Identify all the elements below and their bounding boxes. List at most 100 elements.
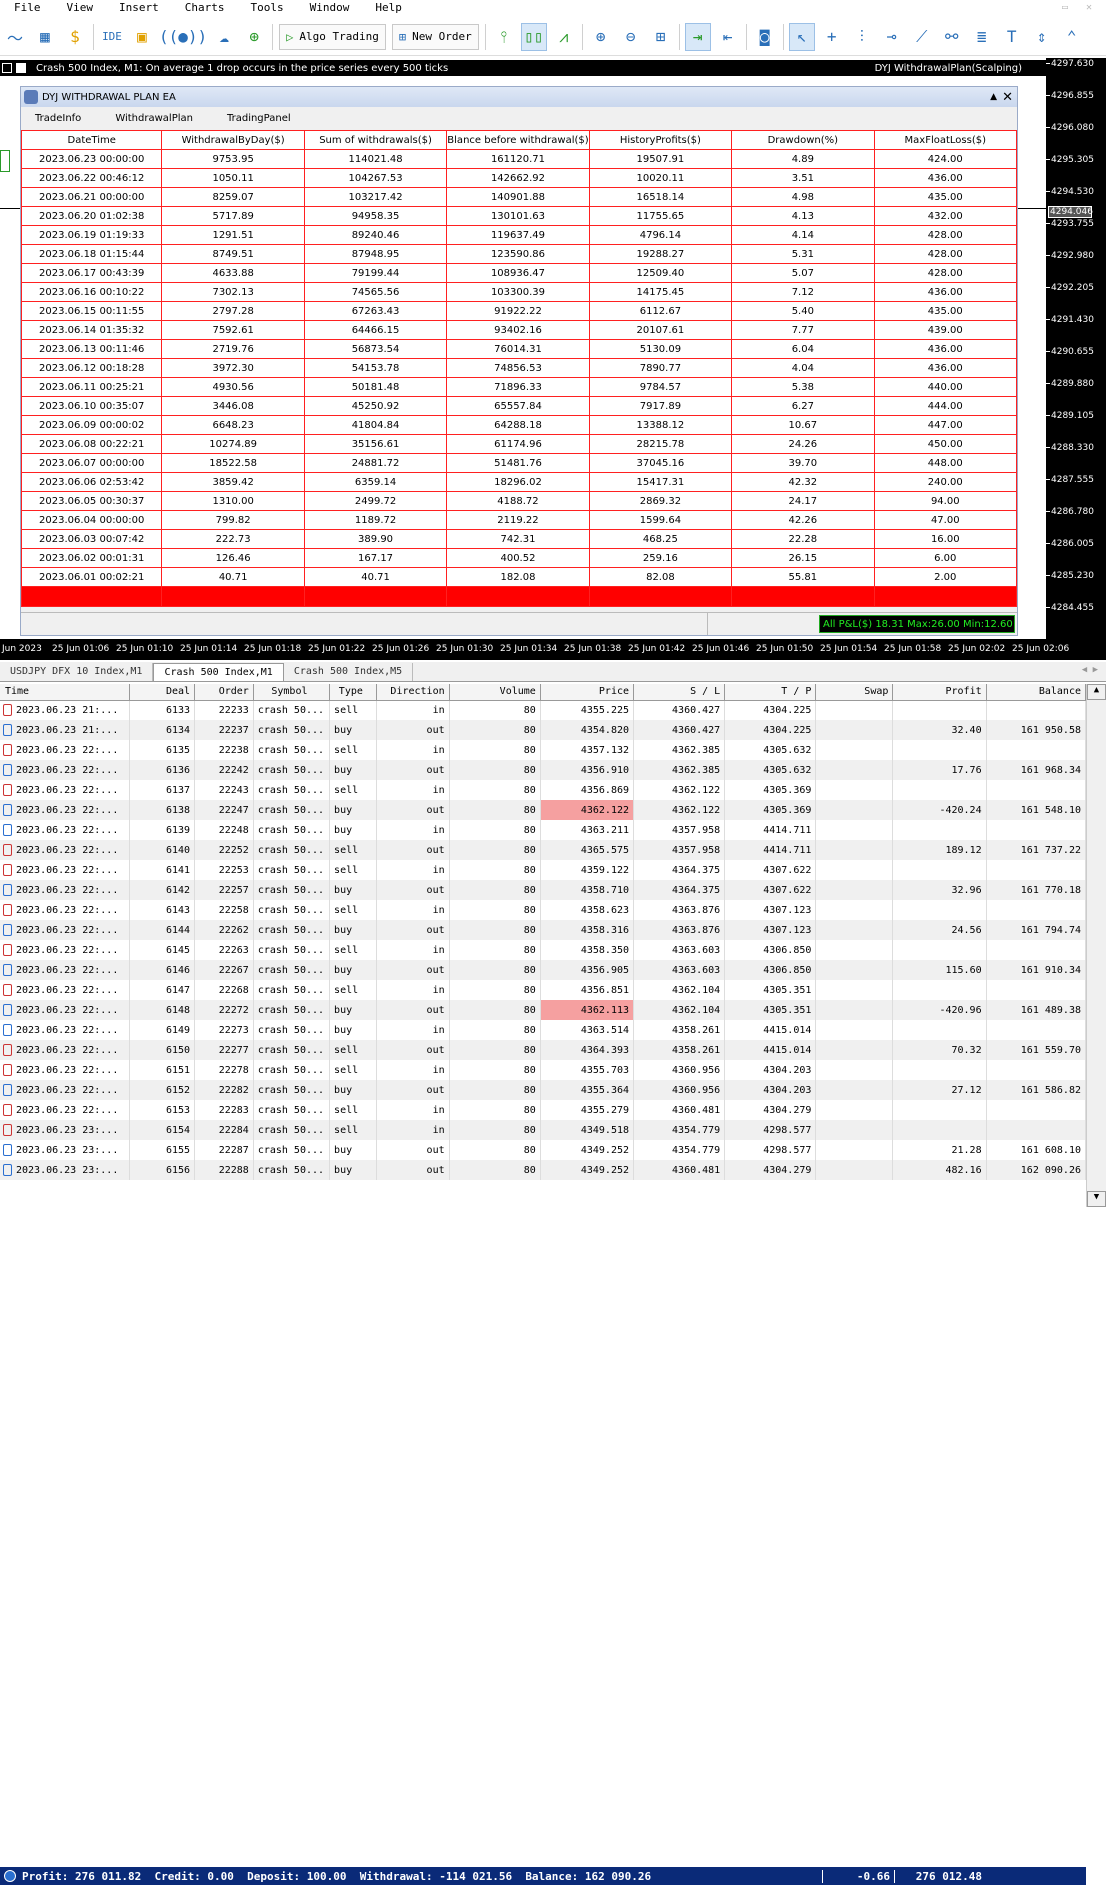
history-header-10[interactable]: Swap <box>815 684 894 701</box>
history-cell: sell <box>329 840 377 860</box>
withdrawal-cell <box>446 586 590 607</box>
objects-icon[interactable]: ⚯ <box>939 23 965 51</box>
chart-shift-icon[interactable]: ⇤ <box>715 23 741 51</box>
market-icon[interactable]: ▣ <box>129 23 155 51</box>
history-header-12[interactable]: Balance <box>986 684 1087 701</box>
line-chart-icon[interactable]: ⩘ <box>551 23 577 51</box>
history-row[interactable]: 2023.06.23 23:... 6154 22284 crash 50... sel… <box>0 1120 1087 1140</box>
shapes-icon[interactable]: ⇕ <box>1029 23 1055 51</box>
chart-tab[interactable]: USDJPY DFX 10 Index,M1 <box>0 663 154 681</box>
auto-scroll-icon[interactable]: ⇥ <box>684 22 711 51</box>
history-row[interactable]: 2023.06.23 22:... 6153 22283 crash 50... sel… <box>0 1100 1087 1120</box>
algo-trading-button[interactable]: ▷ Algo Trading <box>279 23 386 50</box>
minimize-icon[interactable]: ▲ <box>990 92 997 102</box>
history-cell <box>986 1060 1087 1080</box>
history-header-3[interactable]: Symbol <box>253 684 331 701</box>
crosshair-icon[interactable]: + <box>819 23 845 51</box>
history-header-9[interactable]: T / P <box>724 684 817 701</box>
history-row[interactable]: 2023.06.23 22:... 6141 22253 crash 50... sel… <box>0 860 1087 880</box>
history-row[interactable]: 2023.06.23 22:... 6140 22252 crash 50... sel… <box>0 840 1087 860</box>
price-axis[interactable]: 4297.630 4296.855 4296.080 4295.305 4294.530… <box>1046 58 1106 640</box>
history-cell: 22243 <box>194 780 254 800</box>
deal-icon <box>3 1084 12 1096</box>
history-header-0[interactable]: Time <box>0 684 131 701</box>
history-row[interactable]: 2023.06.23 22:... 6135 22238 crash 50... sel… <box>0 740 1087 760</box>
history-header-4[interactable]: Type <box>329 684 377 701</box>
signal-icon[interactable]: ((●)) <box>159 23 207 51</box>
text-icon[interactable]: T <box>999 23 1025 51</box>
history-row[interactable]: 2023.06.23 22:... 6148 22272 crash 50... buy… <box>0 1000 1087 1020</box>
indicator-icon[interactable]: 〜 <box>2 23 28 51</box>
history-header-6[interactable]: Volume <box>449 684 541 701</box>
history-row[interactable]: 2023.06.23 22:... 6149 22273 crash 50... buy… <box>0 1020 1087 1040</box>
cloud-icon[interactable]: ☁ <box>211 23 237 51</box>
history-header-7[interactable]: Price <box>540 684 635 701</box>
tab-tradingpanel[interactable]: TradingPanel <box>227 113 291 124</box>
history-row[interactable]: 2023.06.23 22:... 6145 22263 crash 50... sel… <box>0 940 1087 960</box>
time-axis[interactable]: Jun 2023 25 Jun 01:06 25 Jun 01:10 25 Jun 0… <box>0 640 1106 660</box>
history-row[interactable]: 2023.06.23 22:... 6152 22282 crash 50... buy… <box>0 1080 1087 1100</box>
history-header-5[interactable]: Direction <box>376 684 450 701</box>
history-cell <box>815 840 894 860</box>
history-header-11[interactable]: Profit <box>892 684 987 701</box>
close-icon[interactable]: ✕ <box>1002 90 1013 105</box>
new-order-label: New Order <box>412 30 472 43</box>
tab-scroll-icon[interactable]: ◀ ▶ <box>1082 665 1098 675</box>
history-row[interactable]: 2023.06.23 22:... 6142 22257 crash 50... buy… <box>0 880 1087 900</box>
history-cell: buy <box>329 760 377 780</box>
history-row[interactable]: 2023.06.23 22:... 6151 22278 crash 50... sel… <box>0 1060 1087 1080</box>
history-header-1[interactable]: Deal <box>129 684 196 701</box>
menu-insert[interactable]: Insert <box>105 0 171 16</box>
ide-button[interactable]: IDE <box>99 23 125 51</box>
cursor-icon[interactable]: ↖ <box>788 22 815 51</box>
vertical-line-icon[interactable]: ⫶ <box>849 23 875 51</box>
candlestick-icon[interactable]: ▯▯ <box>520 22 547 51</box>
withdrawal-row: 2023.06.08 00:22:21 10274.89 35156.61 61174… <box>20 434 1018 454</box>
history-row[interactable]: 2023.06.23 22:... 6138 22247 crash 50... buy… <box>0 800 1087 820</box>
menu-help[interactable]: Help <box>361 0 414 16</box>
trendline-icon[interactable]: ⟋ <box>909 23 935 51</box>
menu-charts[interactable]: Charts <box>171 0 237 16</box>
history-row[interactable]: 2023.06.23 22:... 6136 22242 crash 50... buy… <box>0 760 1087 780</box>
chart-tab[interactable]: Crash 500 Index,M1 <box>153 663 284 681</box>
history-row[interactable]: 2023.06.23 23:... 6155 22287 crash 50... buy… <box>0 1140 1087 1160</box>
history-row[interactable]: 2023.06.23 22:... 6143 22258 crash 50... sel… <box>0 900 1087 920</box>
time-tick: 25 Jun 01:18 <box>244 644 302 654</box>
screenshot-icon[interactable]: ◙ <box>752 23 778 51</box>
vps-icon[interactable]: ⊕ <box>241 23 267 51</box>
menu-view[interactable]: View <box>53 0 106 16</box>
scroll-up-icon[interactable]: ▲ <box>1087 684 1106 700</box>
history-row[interactable]: 2023.06.23 22:... 6146 22267 crash 50... buy… <box>0 960 1087 980</box>
bar-chart-icon[interactable]: ⫯ <box>491 23 517 51</box>
channel-icon[interactable]: ≣ <box>969 23 995 51</box>
more-icon[interactable]: ⌃ <box>1059 23 1085 51</box>
ea-panel-titlebar[interactable]: DYJ WITHDRAWAL PLAN EA ▲ ✕ <box>21 87 1017 107</box>
horizontal-line-icon[interactable]: ⊸ <box>879 23 905 51</box>
tab-tradeinfo[interactable]: TradeInfo <box>35 113 81 124</box>
menu-file[interactable]: File <box>0 0 53 16</box>
tab-withdrawalplan[interactable]: WithdrawalPlan <box>115 113 193 124</box>
tile-windows-icon[interactable]: ⊞ <box>648 23 674 51</box>
menu-window[interactable]: Window <box>296 0 362 16</box>
chart-type-icon[interactable]: ▦ <box>32 23 58 51</box>
zoom-out-icon[interactable]: ⊖ <box>618 23 644 51</box>
history-row[interactable]: 2023.06.23 23:... 6156 22288 crash 50... buy… <box>0 1160 1087 1180</box>
history-row[interactable]: 2023.06.23 22:... 6139 22248 crash 50... buy… <box>0 820 1087 840</box>
history-row[interactable]: 2023.06.23 21:... 6133 22233 crash 50... sel… <box>0 700 1087 720</box>
history-row[interactable]: 2023.06.23 22:... 6147 22268 crash 50... sel… <box>0 980 1087 1000</box>
window-controls-icon[interactable]: ▭ ✕ <box>1062 2 1098 13</box>
history-scrollbar[interactable]: ▲ ▼ <box>1086 684 1106 1207</box>
history-header-2[interactable]: Order <box>194 684 254 701</box>
chart-tab[interactable]: Crash 500 Index,M5 <box>284 663 414 681</box>
history-row[interactable]: 2023.06.23 22:... 6137 22243 crash 50... sel… <box>0 780 1087 800</box>
withdrawal-cell: 428.00 <box>873 244 1018 264</box>
history-row[interactable]: 2023.06.23 21:... 6134 22237 crash 50... buy… <box>0 720 1087 740</box>
history-row[interactable]: 2023.06.23 22:... 6144 22262 crash 50... buy… <box>0 920 1087 940</box>
dollar-icon[interactable]: $ <box>62 23 88 51</box>
scroll-down-icon[interactable]: ▼ <box>1087 1191 1106 1207</box>
new-order-button[interactable]: ⊞ New Order <box>391 23 479 50</box>
history-row[interactable]: 2023.06.23 22:... 6150 22277 crash 50... sel… <box>0 1040 1087 1060</box>
history-header-8[interactable]: S / L <box>633 684 726 701</box>
menu-tools[interactable]: Tools <box>237 0 296 16</box>
zoom-in-icon[interactable]: ⊕ <box>588 23 614 51</box>
